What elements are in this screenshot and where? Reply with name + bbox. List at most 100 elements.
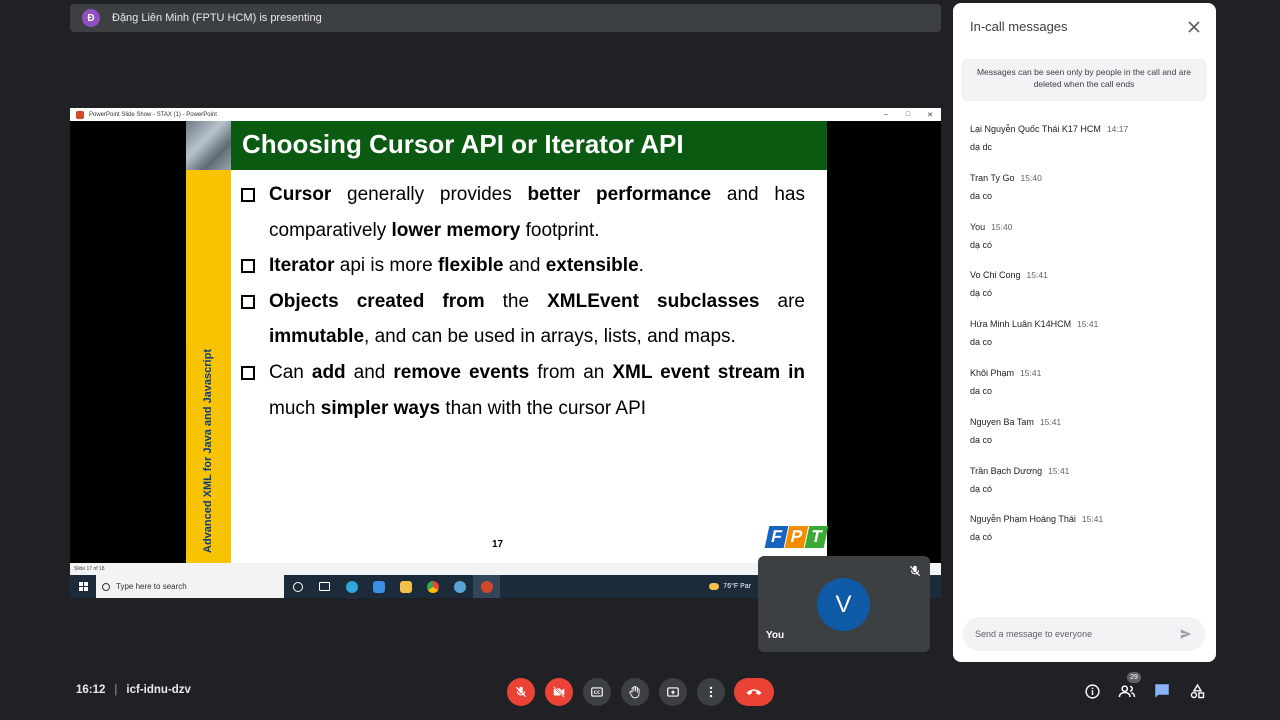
shared-screen: PowerPoint Slide Show - STAX (1) - Power…	[70, 108, 941, 598]
message-list: Lại Nguyễn Quốc Thái K17 HCM 14:17 dạ dc Tr…	[970, 119, 1206, 558]
self-view-label: You	[766, 630, 785, 641]
close-window-button: ✕	[927, 111, 933, 119]
bullet-run: api is more	[334, 255, 438, 277]
present-icon	[667, 687, 679, 697]
message-sender: Lại Nguyễn Quốc Thái K17 HCM	[970, 124, 1101, 134]
chrome-icon	[419, 575, 446, 598]
bullet-bold-run: flexible	[437, 255, 504, 277]
file-explorer-icon	[392, 575, 419, 598]
message-text: da co	[970, 190, 993, 201]
leave-call-button[interactable]	[734, 678, 774, 706]
message-time: 15:41	[1026, 270, 1048, 281]
bullet-run: , and can be used in arrays, lists, and …	[364, 326, 736, 348]
captions-button[interactable]: CC	[583, 678, 611, 706]
slide-bullet: Cursor generally provides better perform…	[241, 177, 805, 248]
presenting-banner: Đ Đặng Liên Minh (FPTU HCM) is presentin…	[70, 4, 941, 32]
self-view-tile[interactable]: V You	[758, 556, 930, 652]
message-time: 15:41	[1077, 319, 1099, 330]
message-time: 15:41	[1081, 514, 1104, 525]
checkbox-bullet-icon	[241, 294, 255, 309]
people-button[interactable]	[1117, 681, 1137, 701]
bullet-bold-run: Objects created from	[269, 290, 485, 312]
bullet-bold-run: remove events	[393, 361, 530, 383]
camera-off-icon	[553, 686, 565, 698]
presenting-text: Đặng Liên Minh (FPTU HCM) is presenting	[112, 12, 322, 24]
cortana-icon	[284, 575, 311, 598]
message-text: da co	[970, 385, 993, 396]
info-icon	[1084, 683, 1100, 699]
weather-widget: 76°F Par	[709, 583, 751, 590]
bullet-run: footprint.	[520, 219, 600, 241]
powerpoint-taskbar-icon	[473, 575, 500, 598]
chat-message: Nguyen Ba Tam 15:41 da co	[970, 412, 1206, 461]
clock: 16:12	[76, 684, 106, 696]
bullet-bold-run: immutable	[269, 326, 365, 348]
message-text: dạ có	[970, 532, 993, 543]
message-time: 15:41	[1039, 416, 1062, 427]
slide-corner-image	[186, 121, 231, 170]
chat-notice: Messages can be seen only by people in t…	[961, 59, 1207, 101]
windows-start-icon	[70, 575, 96, 598]
message-text: da co	[970, 434, 993, 445]
camera-toggle-button[interactable]	[545, 678, 573, 706]
edge-icon	[338, 575, 365, 598]
bullet-bold-run: Cursor	[269, 184, 332, 205]
hand-icon	[629, 686, 640, 699]
chat-message: Nguyễn Phạm Hoàng Thái 15:41 dạ có	[970, 509, 1206, 558]
app-icon	[446, 575, 473, 598]
bullet-bold-run: add	[311, 361, 346, 383]
meeting-details-button[interactable]	[1082, 681, 1102, 701]
slide: Choosing Cursor API or Iterator API Adva…	[186, 121, 829, 563]
checkbox-bullet-icon	[241, 259, 255, 274]
bullet-run: the	[484, 290, 548, 312]
chat-button[interactable]	[1152, 681, 1172, 701]
raise-hand-button[interactable]	[621, 678, 649, 706]
participant-count-badge: 29	[1127, 672, 1141, 683]
message-time: 15:41	[1048, 465, 1070, 476]
search-icon	[102, 582, 110, 591]
bullet-text: Objects created from the XMLEvent subcla…	[269, 284, 805, 355]
present-now-button[interactable]	[659, 678, 687, 706]
message-text: dạ có	[970, 239, 993, 250]
activities-icon	[1190, 683, 1204, 698]
taskbar-search-placeholder: Type here to search	[116, 582, 187, 591]
message-sender: Nguyễn Phạm Hoàng Thái	[970, 514, 1076, 525]
checkbox-bullet-icon	[241, 365, 255, 380]
mic-toggle-button[interactable]	[507, 678, 535, 706]
minimize-button: –	[884, 111, 888, 118]
powerpoint-titlebar: PowerPoint Slide Show - STAX (1) - Power…	[70, 108, 941, 121]
separator: |	[114, 684, 118, 696]
powerpoint-icon	[76, 110, 84, 119]
bullet-run: and	[345, 361, 394, 383]
checkbox-bullet-icon	[241, 188, 255, 202]
slide-bullet: Objects created from the XMLEvent subcla…	[241, 284, 805, 355]
bullet-run: Can	[269, 361, 312, 383]
close-icon[interactable]	[1187, 20, 1201, 34]
message-sender: Tran Ty Go	[970, 172, 1015, 183]
chat-message: Lại Nguyễn Quốc Thái K17 HCM 14:17 dạ dc	[970, 119, 1206, 168]
weather-text: 76°F Par	[723, 583, 751, 590]
more-vert-icon	[709, 686, 713, 698]
bullet-bold-run: simpler ways	[320, 397, 441, 419]
activities-button[interactable]	[1187, 681, 1207, 701]
message-sender: Khôi Phạm	[970, 367, 1015, 378]
chat-message: You 15:40 dạ có	[970, 217, 1206, 266]
message-text: da co	[970, 337, 993, 348]
bullet-text: Iterator api is more flexible and extens…	[269, 248, 805, 284]
send-icon[interactable]	[1179, 627, 1193, 641]
chat-message: Hứa Minh Luân K14HCM 15:41 da co	[970, 314, 1206, 363]
mic-off-icon	[515, 686, 527, 698]
bullet-run: .	[638, 255, 644, 277]
message-text: dạ có	[970, 483, 993, 494]
more-options-button[interactable]	[697, 678, 725, 706]
meeting-info: 16:12 | icf-idnu-dzv	[76, 684, 191, 696]
message-input[interactable]: Send a message to everyone	[963, 617, 1205, 651]
taskbar-search: Type here to search	[96, 575, 284, 598]
bullet-run: are	[759, 290, 805, 312]
bullet-bold-run: XML event stream in	[612, 361, 806, 383]
message-sender: You	[970, 221, 986, 232]
message-time: 14:17	[1106, 124, 1129, 134]
slide-title-bar: Choosing Cursor API or Iterator API	[231, 121, 827, 170]
message-sender: Nguyen Ba Tam	[970, 416, 1034, 427]
message-text: dạ dc	[970, 142, 993, 152]
